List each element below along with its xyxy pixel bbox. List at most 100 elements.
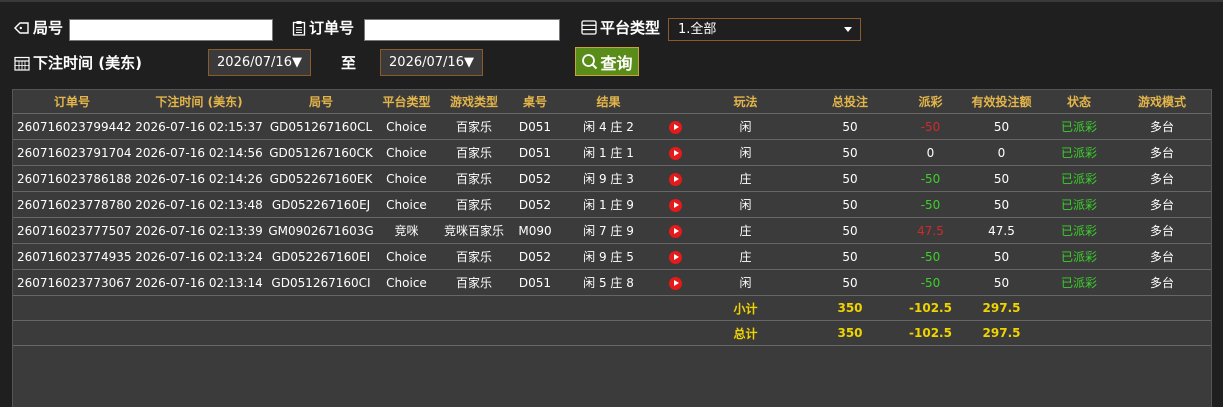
round-label: 局号	[14, 17, 63, 38]
payout-cell: -50	[903, 269, 958, 296]
game-mode-cell: 多台	[1113, 217, 1211, 244]
empty-cell	[510, 295, 560, 321]
to-label: 至	[341, 54, 357, 72]
column-header: 有效投注额	[958, 90, 1045, 114]
empty-cell	[131, 295, 267, 321]
column-header: 结果	[560, 90, 657, 114]
empty-cell	[13, 295, 131, 321]
status-cell: 已派彩	[1045, 139, 1113, 166]
replay-cell	[657, 165, 694, 192]
empty-cell	[438, 295, 510, 321]
status-cell: 已派彩	[1045, 217, 1113, 244]
status-cell: 已派彩	[1045, 243, 1113, 270]
replay-cell	[657, 243, 694, 270]
records-table: 订单号 下注时间 (美东) 局号 平台类型 游戏类型 桌号 结果 玩法 总投注 派彩 有效投注额 状态…	[13, 90, 1211, 346]
result-cell: 闲 5 庄 8	[560, 269, 657, 296]
round-id-cell: GD052267160EI	[267, 243, 375, 270]
game-mode-cell: 多台	[1113, 113, 1211, 140]
play-replay-icon[interactable]	[669, 146, 682, 160]
table-no-cell: D051	[510, 113, 560, 140]
bet-time-cell: 2026-07-16 02:13:39	[131, 217, 267, 244]
bet-time-label: 下注时间 (美东)	[14, 52, 142, 73]
table-row: 260716023791704 2026-07-16 02:14:56 GD0512…	[13, 139, 1211, 166]
play-replay-icon[interactable]	[669, 276, 682, 290]
table-header-row: 订单号 下注时间 (美东) 局号 平台类型 游戏类型 桌号 结果 玩法 总投注 派彩 有效投注额 状态…	[13, 90, 1211, 114]
game-mode-cell: 多台	[1113, 269, 1211, 296]
bet-option-cell: 庄	[694, 165, 797, 192]
date-from-picker[interactable]: 2026/07/16▼	[208, 49, 311, 76]
table-no-cell: D052	[510, 243, 560, 270]
bet-option-cell: 闲	[694, 113, 797, 140]
query-button[interactable]: 查询	[575, 47, 639, 76]
total-bet-cell: 50	[797, 165, 903, 192]
play-replay-icon[interactable]	[669, 250, 682, 264]
total-bet-cell: 50	[797, 217, 903, 244]
column-header: 总投注	[797, 90, 903, 114]
bet-option-cell: 闲	[694, 191, 797, 218]
bet-time-cell: 2026-07-16 02:13:48	[131, 191, 267, 218]
game-type-cell: 百家乐	[438, 139, 510, 166]
date-to-picker[interactable]: 2026/07/16▼	[380, 49, 483, 76]
round-id-cell: GD051267160CI	[267, 269, 375, 296]
game-mode-cell: 多台	[1113, 243, 1211, 270]
order-input[interactable]	[364, 19, 560, 41]
result-cell: 闲 9 庄 3	[560, 165, 657, 192]
clipboard-icon	[292, 20, 306, 36]
subtotal-payout: -102.5	[903, 295, 958, 321]
order-label: 订单号	[292, 17, 354, 38]
order-id-cell: 260716023777507	[13, 217, 131, 244]
subtotal-label: 小计	[694, 295, 797, 321]
play-replay-icon[interactable]	[669, 224, 682, 238]
empty-cell	[1045, 295, 1113, 321]
play-replay-icon[interactable]	[669, 198, 682, 212]
total-label: 总计	[694, 320, 797, 346]
order-id-cell: 260716023799442	[13, 113, 131, 140]
empty-cell	[1113, 320, 1211, 346]
payout-cell: 0	[903, 139, 958, 166]
empty-cell	[267, 320, 375, 346]
game-mode-cell: 多台	[1113, 165, 1211, 192]
table-row: 260716023774935 2026-07-16 02:13:24 GD0522…	[13, 243, 1211, 270]
table-no-cell: D051	[510, 139, 560, 166]
column-header: 局号	[267, 90, 375, 114]
empty-cell	[375, 320, 438, 346]
total-payout: -102.5	[903, 320, 958, 346]
column-header: 游戏类型	[438, 90, 510, 114]
column-header	[657, 90, 694, 114]
empty-cell	[657, 320, 694, 346]
round-id-cell: GM0902671603G	[267, 217, 375, 244]
game-type-cell: 百家乐	[438, 269, 510, 296]
play-replay-icon[interactable]	[669, 172, 682, 186]
round-input[interactable]	[69, 19, 273, 41]
platform-select[interactable]: 1.全部	[668, 18, 861, 41]
bet-time-cell: 2026-07-16 02:14:26	[131, 165, 267, 192]
order-id-cell: 260716023774935	[13, 243, 131, 270]
valid-bet-cell: 50	[958, 113, 1045, 140]
search-icon	[582, 54, 598, 70]
round-id-cell: GD052267160EK	[267, 165, 375, 192]
empty-cell	[131, 320, 267, 346]
round-id-cell: GD051267160CL	[267, 113, 375, 140]
column-header: 桌号	[510, 90, 560, 114]
empty-cell	[1113, 295, 1211, 321]
replay-cell	[657, 217, 694, 244]
empty-cell	[13, 320, 131, 346]
total-bet-cell: 50	[797, 191, 903, 218]
bet-time-cell: 2026-07-16 02:13:14	[131, 269, 267, 296]
platform-cell: Choice	[375, 243, 438, 270]
total-valid: 297.5	[958, 320, 1045, 346]
column-header: 状态	[1045, 90, 1113, 114]
calendar-icon	[14, 56, 30, 71]
valid-bet-cell: 50	[958, 269, 1045, 296]
game-type-cell: 百家乐	[438, 191, 510, 218]
total-row: 总计 350 -102.5 297.5	[13, 320, 1211, 346]
valid-bet-cell: 0	[958, 139, 1045, 166]
column-header: 订单号	[13, 90, 131, 114]
play-replay-icon[interactable]	[669, 120, 682, 134]
tag-icon	[14, 21, 29, 34]
replay-cell	[657, 113, 694, 140]
game-type-cell: 百家乐	[438, 113, 510, 140]
result-cell: 闲 7 庄 9	[560, 217, 657, 244]
subtotal-row: 小计 350 -102.5 297.5	[13, 295, 1211, 321]
valid-bet-cell: 47.5	[958, 217, 1045, 244]
